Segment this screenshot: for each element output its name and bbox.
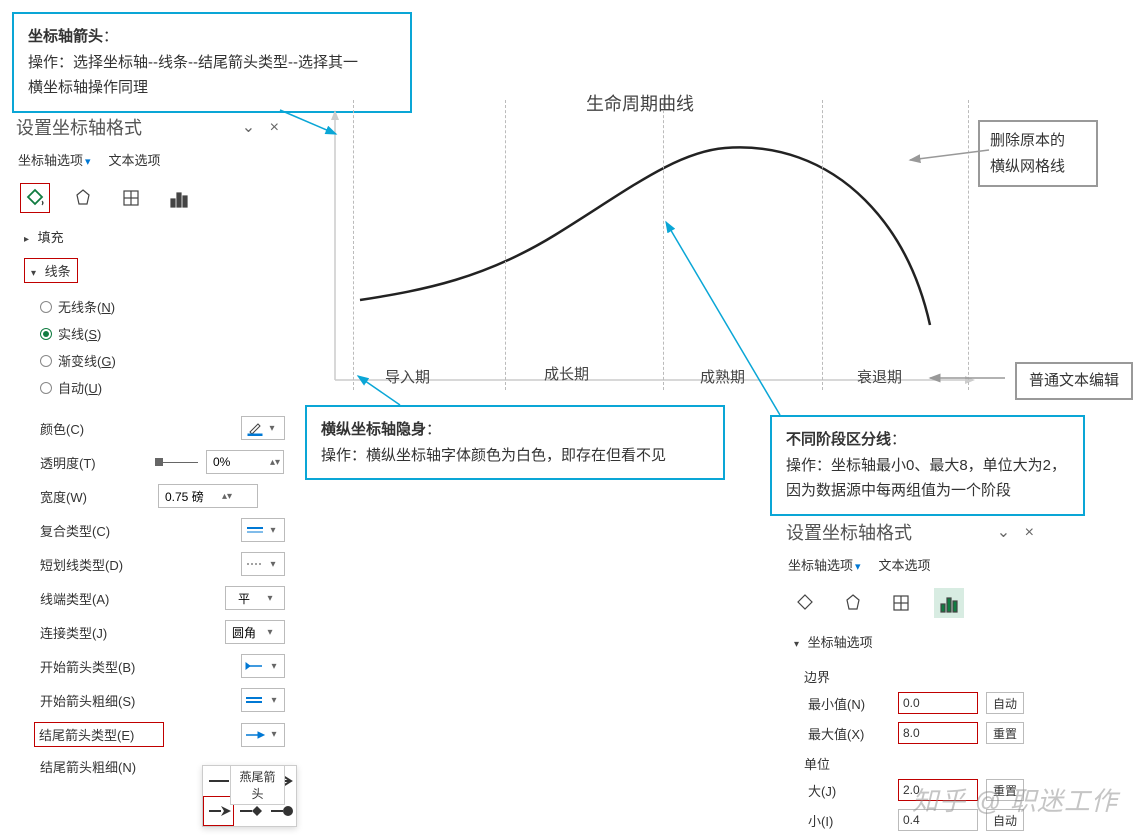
unit-header: 单位 (788, 748, 1032, 775)
prop-begin-arrow: 开始箭头类型(B) ▾ (10, 649, 285, 683)
prop-cap: 线端类型(A) ▾ (10, 581, 285, 615)
x-axis-label: 导入期 (385, 366, 430, 387)
callout-text-edit: 普通文本编辑 (1015, 362, 1133, 400)
phase-divider (505, 100, 506, 390)
bar-chart-icon[interactable] (164, 183, 194, 213)
phase-divider (353, 100, 354, 390)
end-arrow-select[interactable]: ▾ (241, 723, 285, 747)
max-row: 最大值(X) 8.0 重置 (788, 718, 1032, 748)
min-input[interactable]: 0.0 (898, 692, 978, 714)
radio-solid-line[interactable]: 实线(S) (40, 320, 285, 347)
prop-begin-size: 开始箭头粗细(S) ▾ (10, 683, 285, 717)
chart-area (305, 80, 985, 400)
bar-chart-icon[interactable] (934, 588, 964, 618)
phase-divider (663, 100, 664, 390)
panel-tabs: 坐标轴选项▾ 文本选项 (780, 549, 1040, 580)
close-icon[interactable]: × (270, 119, 279, 136)
begin-arrow-select[interactable]: ▾ (241, 654, 285, 678)
watermark: 知乎 @ 职迷工作 (912, 781, 1118, 818)
panel-header: 设置坐标轴格式 ⌄ × (10, 110, 285, 144)
opacity-input[interactable]: ▴▾ (206, 450, 284, 474)
prop-opacity: 透明度(T) ▴▾ (10, 445, 285, 479)
phase-divider (968, 100, 969, 390)
arrow-tooltip: 燕尾箭头 (230, 765, 285, 805)
fill-line-icon[interactable] (20, 183, 50, 213)
radio-no-line[interactable]: 无线条(N) (40, 293, 285, 320)
panel-title: 设置坐标轴格式 (786, 519, 912, 545)
format-axis-panel-left: 设置坐标轴格式 ⌄ × 坐标轴选项▾ 文本选项 ▸ 填充 ▾ 线条 无线条(N)… (10, 110, 285, 781)
radio-gradient-line[interactable]: 渐变线(G) (40, 347, 285, 374)
size-icon[interactable] (886, 588, 916, 618)
min-row: 最小值(N) 0.0 自动 (788, 688, 1032, 718)
reset-button[interactable]: 重置 (986, 722, 1024, 744)
x-axis-label: 成长期 (544, 363, 589, 384)
tab-axis-options[interactable]: 坐标轴选项▾ (788, 555, 861, 574)
effects-icon[interactable] (838, 588, 868, 618)
prop-join: 连接类型(J) ▾ (10, 615, 285, 649)
join-select[interactable]: ▾ (225, 620, 285, 644)
section-line[interactable]: ▾ 线条 (10, 252, 285, 289)
cap-select[interactable]: ▾ (225, 586, 285, 610)
callout-phase-lines: 不同阶段区分线： 操作：坐标轴最小0、最大8，单位大为2， 因为数据源中每两组值… (770, 415, 1085, 516)
x-axis-label: 衰退期 (857, 366, 902, 387)
callout-remove-gridlines: 删除原本的 横纵网格线 (978, 120, 1098, 187)
effects-icon[interactable] (68, 183, 98, 213)
tab-text-options[interactable]: 文本选项 (109, 150, 161, 169)
prop-width: 宽度(W) ▴▾ (10, 479, 285, 513)
section-fill[interactable]: ▸ 填充 (10, 221, 285, 252)
x-axis-label: 成熟期 (700, 366, 745, 387)
prop-dash: 短划线类型(D) ▾ (10, 547, 285, 581)
prop-end-arrow: 结尾箭头类型(E) ▾ (10, 717, 285, 752)
prop-color: 颜色(C) ▾ (10, 411, 285, 445)
section-axis-options[interactable]: ▾ 坐标轴选项 (780, 626, 1040, 657)
callout-hide-axis: 横纵坐标轴隐身： 操作：横纵坐标轴字体颜色为白色，即存在但看不见 (305, 405, 725, 480)
size-icon[interactable] (116, 183, 146, 213)
prop-compound: 复合类型(C) ▾ (10, 513, 285, 547)
chevron-down-icon[interactable]: ⌄ (242, 119, 255, 136)
panel-header: 设置坐标轴格式 ⌄ × (780, 515, 1040, 549)
fill-line-icon[interactable] (790, 588, 820, 618)
auto-button[interactable]: 自动 (986, 692, 1024, 714)
begin-size-select[interactable]: ▾ (241, 688, 285, 712)
line-style-radios: 无线条(N) 实线(S) 渐变线(G) 自动(U) (10, 289, 285, 411)
chevron-down-icon[interactable]: ⌄ (997, 524, 1010, 541)
max-input[interactable]: 8.0 (898, 722, 978, 744)
width-input[interactable]: ▴▾ (158, 484, 258, 508)
close-icon[interactable]: × (1025, 524, 1034, 541)
compound-select[interactable]: ▾ (241, 518, 285, 542)
phase-divider (822, 100, 823, 390)
category-icons (10, 175, 285, 221)
tab-text-options[interactable]: 文本选项 (879, 555, 931, 574)
dash-select[interactable]: ▾ (241, 552, 285, 576)
color-picker[interactable]: ▾ (241, 416, 285, 440)
radio-auto-line[interactable]: 自动(U) (40, 374, 285, 401)
panel-title: 设置坐标轴格式 (16, 114, 142, 140)
tab-axis-options[interactable]: 坐标轴选项▾ (18, 150, 91, 169)
bounds-header: 边界 (788, 661, 1032, 688)
panel-tabs: 坐标轴选项▾ 文本选项 (10, 144, 285, 175)
category-icons (780, 580, 1040, 626)
